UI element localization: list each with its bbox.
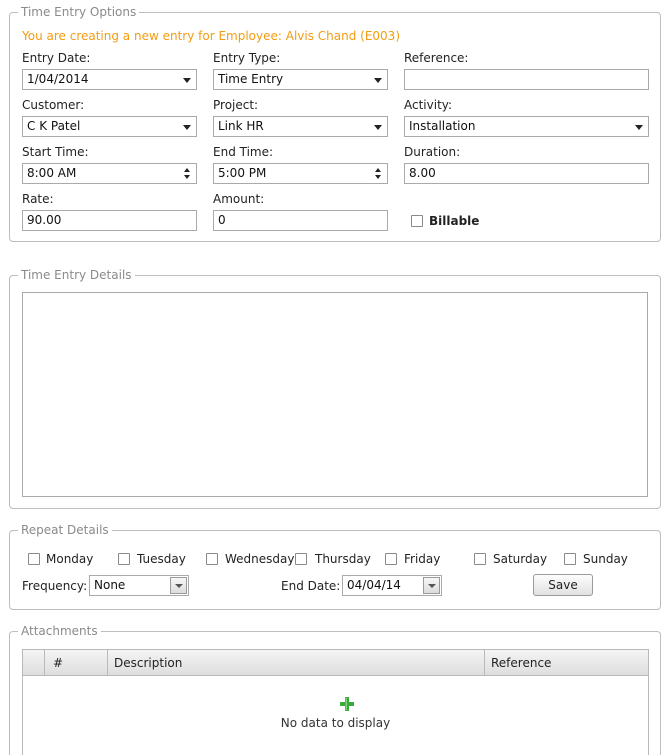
- duration-value: 8.00: [409, 166, 436, 180]
- monday-checkbox[interactable]: [28, 553, 40, 565]
- customer-value: C K Patel: [27, 119, 81, 133]
- repeat-details-legend: Repeat Details: [18, 523, 112, 537]
- sunday-label: Sunday: [583, 552, 628, 566]
- start-time-label: Start Time:: [22, 145, 89, 159]
- attachments-panel: Attachments # Description Reference No d…: [9, 624, 661, 755]
- end-time-label: End Time:: [213, 145, 274, 159]
- amount-label: Amount:: [213, 192, 265, 206]
- frequency-label: Frequency:: [22, 579, 88, 593]
- time-entry-details-panel: Time Entry Details: [9, 268, 661, 509]
- rate-input[interactable]: 90.00: [22, 210, 197, 231]
- amount-input[interactable]: 0: [213, 210, 388, 231]
- monday-label: Monday: [46, 552, 94, 566]
- attachments-grid: # Description Reference No data to displ…: [22, 649, 649, 755]
- chevron-down-icon: [428, 584, 436, 588]
- thursday-checkbox[interactable]: [295, 553, 307, 565]
- saturday-label: Saturday: [493, 552, 548, 566]
- friday-label: Friday: [404, 552, 441, 566]
- chevron-down-icon: [374, 78, 382, 83]
- empty-grid-message: No data to display: [280, 716, 391, 730]
- project-dropdown[interactable]: Link HR: [213, 116, 388, 137]
- start-time-spinner[interactable]: 8:00 AM: [22, 163, 197, 184]
- chevron-down-icon: [635, 125, 643, 130]
- sunday-checkbox[interactable]: [564, 553, 576, 565]
- spin-up-icon[interactable]: [375, 168, 381, 172]
- entry-type-value: Time Entry: [218, 72, 284, 86]
- details-textarea[interactable]: [22, 292, 648, 497]
- rate-label: Rate:: [22, 192, 54, 206]
- end-date-dropdown-button[interactable]: [423, 577, 440, 594]
- end-time-value: 5:00 PM: [218, 166, 267, 180]
- frequency-dropdown-button[interactable]: [170, 577, 187, 594]
- duration-input[interactable]: 8.00: [404, 163, 649, 184]
- reference-column-header[interactable]: Reference: [485, 650, 648, 676]
- save-button[interactable]: Save: [533, 574, 593, 596]
- customer-dropdown[interactable]: C K Patel: [22, 116, 197, 137]
- entry-date-value: 1/04/2014: [27, 72, 89, 86]
- wednesday-label: Wednesday: [225, 552, 295, 566]
- description-column-header[interactable]: Description: [108, 650, 485, 676]
- chevron-down-icon: [175, 584, 183, 588]
- employee-notice: You are creating a new entry for Employe…: [22, 29, 400, 43]
- end-date-combo[interactable]: 04/04/14: [342, 575, 442, 596]
- end-date-label: End Date:: [281, 579, 341, 593]
- billable-checkbox[interactable]: [411, 215, 423, 227]
- project-label: Project:: [213, 98, 259, 112]
- plus-icon: [340, 697, 354, 711]
- rate-value: 90.00: [27, 213, 62, 227]
- customer-label: Customer:: [22, 98, 85, 112]
- friday-checkbox[interactable]: [385, 553, 397, 565]
- end-time-spinner[interactable]: 5:00 PM: [213, 163, 388, 184]
- select-column-header[interactable]: [23, 650, 45, 676]
- attachments-grid-header: # Description Reference: [23, 650, 648, 676]
- thursday-label: Thursday: [315, 552, 371, 566]
- chevron-down-icon: [183, 78, 191, 83]
- wednesday-checkbox[interactable]: [206, 553, 218, 565]
- entry-date-label: Entry Date:: [22, 51, 91, 65]
- end-date-value: 04/04/14: [347, 578, 401, 592]
- billable-label: Billable: [429, 214, 480, 228]
- chevron-down-icon: [374, 125, 382, 130]
- amount-value: 0: [218, 213, 226, 227]
- start-time-value: 8:00 AM: [27, 166, 77, 180]
- number-column-header[interactable]: #: [45, 650, 108, 676]
- spin-down-icon[interactable]: [375, 175, 381, 179]
- time-entry-options-panel: Time Entry Options You are creating a ne…: [9, 5, 661, 242]
- spin-up-icon[interactable]: [184, 168, 190, 172]
- tuesday-label: Tuesday: [137, 552, 186, 566]
- reference-label: Reference:: [404, 51, 469, 65]
- tuesday-checkbox[interactable]: [118, 553, 130, 565]
- time-entry-options-legend: Time Entry Options: [18, 5, 140, 19]
- activity-dropdown[interactable]: Installation: [404, 116, 649, 137]
- reference-input[interactable]: [404, 69, 649, 90]
- entry-type-dropdown[interactable]: Time Entry: [213, 69, 388, 90]
- spin-down-icon[interactable]: [184, 175, 190, 179]
- time-entry-details-legend: Time Entry Details: [18, 268, 135, 282]
- frequency-combo[interactable]: None: [89, 575, 189, 596]
- activity-label: Activity:: [404, 98, 453, 112]
- activity-value: Installation: [409, 119, 476, 133]
- duration-label: Duration:: [404, 145, 461, 159]
- repeat-details-panel: Repeat Details Monday Tuesday Wednesday …: [9, 523, 661, 610]
- attachments-legend: Attachments: [18, 624, 101, 638]
- entry-date-dropdown[interactable]: 1/04/2014: [22, 69, 197, 90]
- project-value: Link HR: [218, 119, 264, 133]
- saturday-checkbox[interactable]: [474, 553, 486, 565]
- entry-type-label: Entry Type:: [213, 51, 281, 65]
- chevron-down-icon: [183, 125, 191, 130]
- frequency-value: None: [94, 578, 126, 592]
- add-attachment-button[interactable]: [339, 696, 355, 712]
